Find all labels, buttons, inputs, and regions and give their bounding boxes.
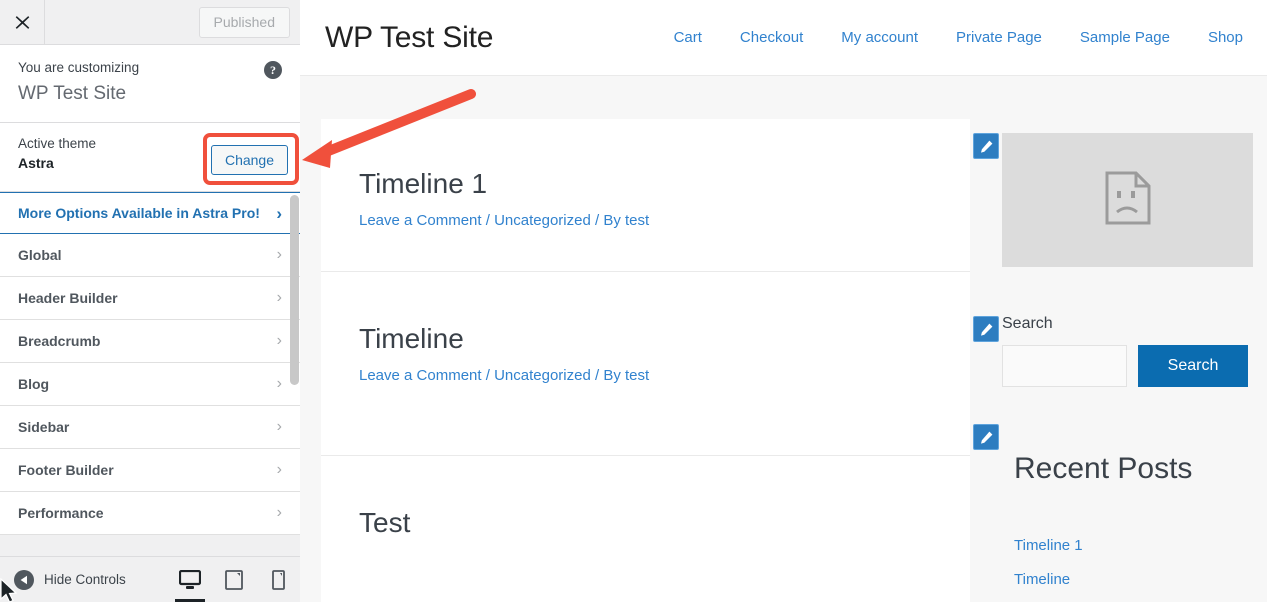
customizing-label: You are customizing — [18, 59, 282, 76]
meta-separator: / — [486, 212, 490, 229]
chevron-right-icon: › — [277, 247, 282, 263]
publish-button[interactable]: Published — [199, 7, 291, 38]
customizing-site-title: WP Test Site — [18, 81, 282, 107]
chevron-right-icon: › — [277, 376, 282, 392]
post-meta: Leave a Comment / Uncategorized / By tes… — [359, 211, 932, 231]
sidebar-scrollbar-thumb[interactable] — [290, 195, 299, 385]
customizer-header: Published — [0, 0, 300, 45]
sidebar-item-performance[interactable]: Performance › — [0, 492, 300, 535]
screen-root: Published You are customizing WP Test Si… — [0, 0, 1267, 602]
post-title[interactable]: Timeline — [359, 322, 932, 356]
post-author-link[interactable]: By test — [603, 212, 649, 229]
nav-link-checkout[interactable]: Checkout — [740, 28, 803, 48]
post-author-link[interactable]: By test — [603, 367, 649, 384]
customizing-info-panel: You are customizing WP Test Site ? — [0, 45, 300, 123]
post-item[interactable]: Timeline 1 Leave a Comment / Uncategoriz… — [321, 119, 970, 272]
change-theme-button[interactable]: Change — [211, 145, 288, 175]
sidebar-item-label: Header Builder — [18, 289, 277, 308]
device-tablet-icon[interactable] — [212, 557, 256, 602]
active-theme-panel: Active theme Astra Change — [0, 123, 300, 192]
primary-navigation: Cart Checkout My account Private Page Sa… — [674, 28, 1243, 48]
nav-link-private-page[interactable]: Private Page — [956, 28, 1042, 48]
sidebar-item-astra-pro[interactable]: More Options Available in Astra Pro! › — [0, 192, 300, 234]
post-title[interactable]: Test — [359, 506, 932, 540]
post-list: Timeline 1 Leave a Comment / Uncategoriz… — [321, 119, 970, 602]
search-button[interactable]: Search — [1138, 345, 1248, 387]
recent-posts-title: Recent Posts — [1014, 449, 1224, 488]
close-x-icon[interactable] — [0, 0, 45, 44]
recent-posts-list: Timeline 1 Timeline — [1014, 529, 1234, 597]
sidebar-item-label: Footer Builder — [18, 461, 277, 480]
post-title[interactable]: Timeline 1 — [359, 167, 932, 201]
device-mobile-icon[interactable] — [256, 557, 300, 602]
chevron-right-icon: › — [277, 290, 282, 306]
sidebar-item-header-builder[interactable]: Header Builder › — [0, 277, 300, 320]
change-theme-wrapper: Change — [211, 145, 288, 175]
nav-link-cart[interactable]: Cart — [674, 28, 702, 48]
sidebar-item-label: Blog — [18, 375, 277, 394]
sidebar-item-footer-builder[interactable]: Footer Builder › — [0, 449, 300, 492]
nav-link-my-account[interactable]: My account — [841, 28, 918, 48]
list-item[interactable]: Timeline 1 — [1014, 529, 1234, 563]
chevron-right-icon: › — [277, 462, 282, 478]
post-meta: Leave a Comment / Uncategorized / By tes… — [359, 366, 932, 386]
sidebar-item-label: Performance — [18, 504, 277, 523]
image-widget[interactable] — [1002, 133, 1253, 267]
nav-link-shop[interactable]: Shop — [1208, 28, 1243, 48]
sidebar-item-global[interactable]: Global › — [0, 234, 300, 277]
pencil-edit-icon[interactable] — [973, 316, 999, 342]
post-comment-link[interactable]: Leave a Comment — [359, 212, 482, 229]
sidebar-item-label: Breadcrumb — [18, 332, 277, 351]
hide-controls-label: Hide Controls — [44, 571, 126, 589]
chevron-right-icon: › — [277, 333, 282, 349]
pencil-edit-icon[interactable] — [973, 133, 999, 159]
broken-image-icon — [1105, 171, 1151, 230]
post-category-link[interactable]: Uncategorized — [494, 212, 591, 229]
sidebar-item-label: Global — [18, 246, 277, 265]
site-body: Timeline 1 Leave a Comment / Uncategoriz… — [300, 76, 1267, 602]
meta-separator: / — [595, 367, 599, 384]
help-icon[interactable]: ? — [264, 61, 282, 79]
chevron-right-icon: › — [276, 205, 282, 222]
post-comment-link[interactable]: Leave a Comment — [359, 367, 482, 384]
meta-separator: / — [486, 367, 490, 384]
device-desktop-icon[interactable] — [168, 557, 212, 602]
hide-controls-button[interactable]: Hide Controls — [14, 570, 168, 590]
pencil-edit-icon[interactable] — [973, 424, 999, 450]
customizer-sidebar: Published You are customizing WP Test Si… — [0, 0, 300, 602]
customizer-panel-scroll[interactable]: More Options Available in Astra Pro! › G… — [0, 192, 300, 556]
chevron-right-icon: › — [277, 505, 282, 521]
customizer-panel-list: More Options Available in Astra Pro! › G… — [0, 192, 300, 535]
arrow-left-circle-icon — [14, 570, 34, 590]
customizer-footer: Hide Controls — [0, 556, 300, 602]
device-preview-group — [168, 557, 300, 602]
meta-separator: / — [595, 212, 599, 229]
sidebar-item-breadcrumb[interactable]: Breadcrumb › — [0, 320, 300, 363]
list-item[interactable]: Timeline — [1014, 563, 1234, 597]
post-item[interactable]: Test — [321, 456, 970, 566]
sidebar-item-label: More Options Available in Astra Pro! — [18, 204, 276, 223]
site-header: WP Test Site Cart Checkout My account Pr… — [300, 0, 1267, 76]
post-item[interactable]: Timeline Leave a Comment / Uncategorized… — [321, 272, 970, 456]
post-category-link[interactable]: Uncategorized — [494, 367, 591, 384]
search-widget-label: Search — [1002, 313, 1053, 334]
sidebar-item-label: Sidebar — [18, 418, 277, 437]
sidebar-item-blog[interactable]: Blog › — [0, 363, 300, 406]
nav-link-sample-page[interactable]: Sample Page — [1080, 28, 1170, 48]
site-preview-frame[interactable]: WP Test Site Cart Checkout My account Pr… — [300, 0, 1267, 602]
chevron-right-icon: › — [277, 419, 282, 435]
preview-sidebar: Search Search Recent Posts Timeline 1 Ti… — [970, 76, 1267, 602]
search-input[interactable] — [1002, 345, 1127, 387]
sidebar-item-sidebar[interactable]: Sidebar › — [0, 406, 300, 449]
site-title: WP Test Site — [325, 20, 493, 56]
